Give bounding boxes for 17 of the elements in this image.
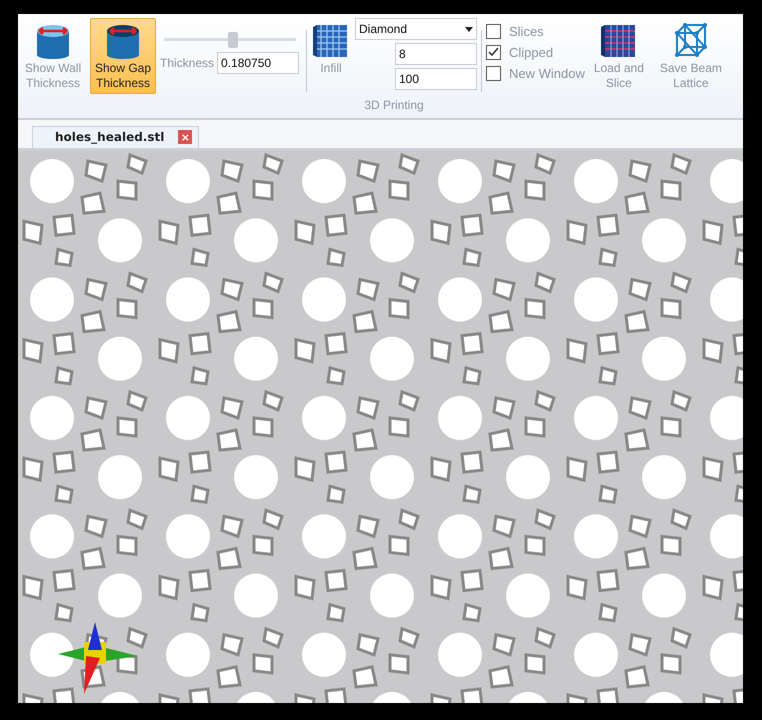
close-button[interactable]: × xyxy=(178,130,192,144)
checkbox[interactable] xyxy=(486,45,501,60)
thickness-field[interactable]: 0.180750 xyxy=(217,52,300,74)
checkbox[interactable] xyxy=(486,24,501,39)
slider-thumb[interactable] xyxy=(228,32,238,48)
group-label: 3D Printing xyxy=(364,98,424,112)
number-field[interactable]: 100 xyxy=(395,68,477,90)
thickness-label: Thickness xyxy=(160,56,214,70)
checkbox-label: Slices xyxy=(509,24,544,39)
file-tab[interactable]: holes_healed.stl × xyxy=(32,126,200,148)
pattern-dropdown[interactable]: Diamond xyxy=(355,18,477,40)
checkbox-label: Clipped xyxy=(509,45,554,60)
caret-icon xyxy=(465,26,473,32)
checkbox-label: New Window xyxy=(509,66,585,81)
checkbox[interactable] xyxy=(486,66,501,81)
show-gap-thickness-button[interactable]: Show Gap Thickness xyxy=(90,18,156,94)
number-field[interactable]: 8 xyxy=(395,43,477,65)
